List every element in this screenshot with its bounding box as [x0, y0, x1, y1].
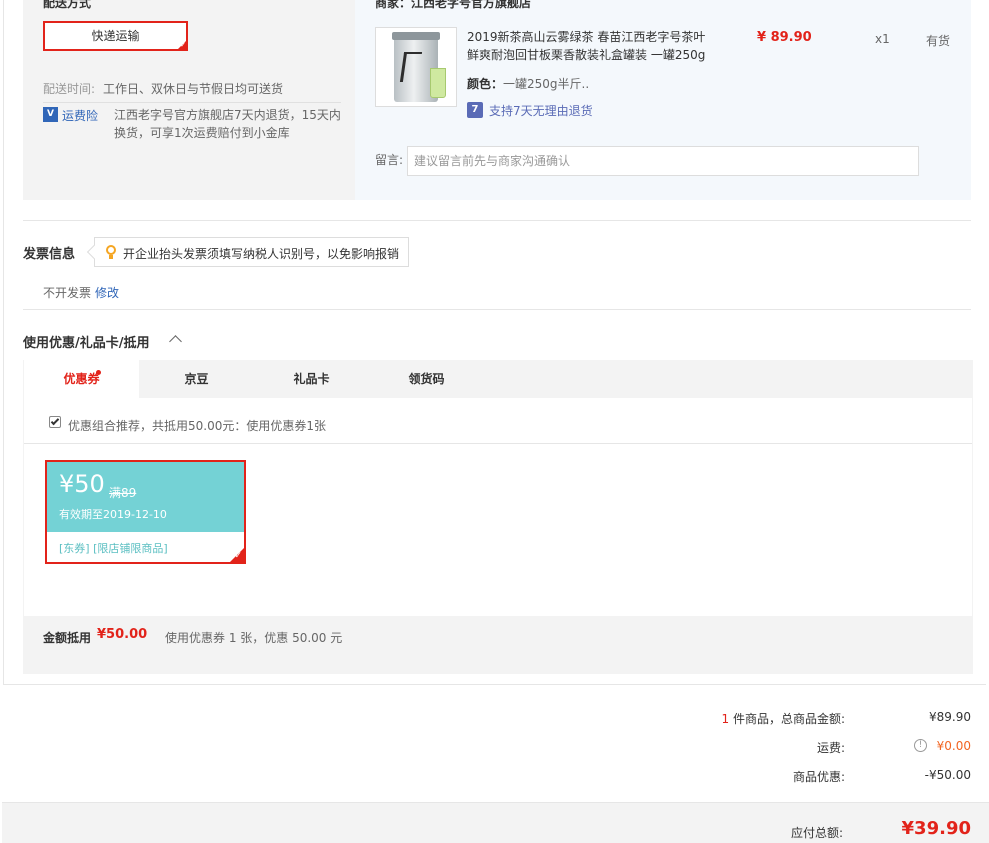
freight-insurance-text: 江西老字号官方旗舰店7天内退货，15天内换货，可享1次运费赔付到小金库 [114, 108, 341, 140]
check-icon: ✓ [234, 551, 242, 561]
divider [43, 102, 341, 103]
coupon-condition: 满89 [109, 486, 137, 500]
tooltip-arrow [86, 244, 102, 260]
chevron-up-icon[interactable] [169, 335, 182, 348]
border-line [3, 0, 4, 684]
goods-total-value: ¥89.90 [929, 710, 971, 724]
return-policy-link[interactable]: 支持7天无理由退货 [489, 102, 593, 119]
checkmark-icon [50, 416, 60, 426]
tab-label: 优惠券 [63, 372, 100, 386]
tab-label: 领货码 [408, 372, 445, 386]
goods-count: 1 [721, 712, 730, 726]
freight-insurance-icon: V [43, 107, 58, 122]
tab-pickup-code[interactable]: 领货码 [369, 360, 484, 398]
payable-label: 应付总额: [790, 826, 843, 840]
note-label: 留言: [375, 153, 404, 167]
divider [24, 443, 972, 444]
product-color-label: 颜色： [467, 77, 504, 91]
shipping-time-value: 工作日、双休日与节假日均可送货 [103, 82, 284, 96]
product-image[interactable] [375, 27, 457, 107]
tab-gift-card[interactable]: 礼品卡 [254, 360, 369, 398]
discount-value: -¥50.00 [924, 768, 971, 782]
product-quantity: x1 [875, 32, 890, 46]
product-price: ¥ 89.90 [757, 30, 812, 45]
goods-total-label: 1 件商品，总商品金额: [545, 710, 846, 727]
discount-summary-label: 金额抵用 [43, 631, 92, 645]
freight-insurance-link[interactable]: 运费险 [62, 107, 98, 124]
shipping-time-label: 配送时间: [43, 82, 96, 96]
discount-label: 商品优惠: [792, 770, 845, 784]
invoice-tip: 开企业抬头发票须填写纳税人识别号，以免影响报销 [86, 237, 409, 267]
notification-dot [96, 370, 101, 375]
invoice-tip-text: 开企业抬头发票须填写纳税人识别号，以免影响报销 [123, 247, 400, 261]
shipping-method-option[interactable]: 快递运输 ✓ [43, 21, 188, 51]
tab-jingdou[interactable]: 京豆 [139, 360, 254, 398]
divider [23, 309, 971, 310]
shipping-method-label: 快递运输 [91, 29, 140, 43]
coupon-header: ¥50 满89 有效期至2019-12-10 [47, 462, 244, 532]
combo-checkbox[interactable] [49, 416, 61, 428]
coupon-expiry: 有效期至2019-12-10 [59, 508, 167, 521]
lightbulb-icon [105, 245, 117, 259]
tab-coupons[interactable]: 优惠券 [24, 360, 139, 398]
freight-label: 运费: [816, 741, 845, 755]
merchant-name: 商家：江西老字号官方旗舰店 [375, 0, 532, 10]
invoice-edit-link[interactable]: 修改 [95, 284, 119, 301]
check-icon: ✓ [180, 41, 186, 49]
discount-summary-value: ¥50.00 [97, 627, 148, 642]
invoice-value: 不开发票 [43, 286, 92, 300]
payable-value: ¥39.90 [901, 818, 971, 839]
tea-glass-shape [430, 68, 446, 98]
seven-day-return-icon: 7 [467, 102, 483, 118]
product-color-value: 一罐250g半斤.. [503, 77, 590, 91]
coupon-tags: [东券] [限店铺限商品] [59, 542, 168, 555]
tab-label: 礼品卡 [293, 372, 330, 386]
border-line [3, 684, 986, 685]
divider [23, 220, 971, 221]
goods-total-label-text: 件商品，总商品金额: [729, 712, 845, 726]
product-stock-status: 有货 [926, 34, 951, 48]
coupon-amount: ¥50 [59, 470, 105, 498]
shipping-title: 配送方式 [43, 0, 92, 10]
tab-label: 京豆 [184, 372, 209, 386]
tea-can-cap [392, 32, 440, 40]
invoice-title: 发票信息 [23, 247, 76, 262]
combo-recommend-text: 优惠组合推荐，共抵用50.00元：使用优惠券1张 [68, 419, 326, 433]
product-title[interactable]: 2019新茶高山云雾绿茶 春苗江西老字号茶叶鲜爽耐泡回甘板栗香散装礼盒罐装 一罐… [467, 28, 712, 64]
freight-value: ¥0.00 [936, 739, 971, 753]
discount-section-title[interactable]: 使用优惠/礼品卡/抵用 [23, 332, 150, 351]
coupon-card[interactable]: ¥50 满89 有效期至2019-12-10 [东券] [限店铺限商品] ✓ [45, 460, 246, 564]
note-input[interactable] [407, 146, 919, 176]
discount-summary-desc: 使用优惠券 1 张，优惠 50.00 元 [165, 631, 343, 645]
